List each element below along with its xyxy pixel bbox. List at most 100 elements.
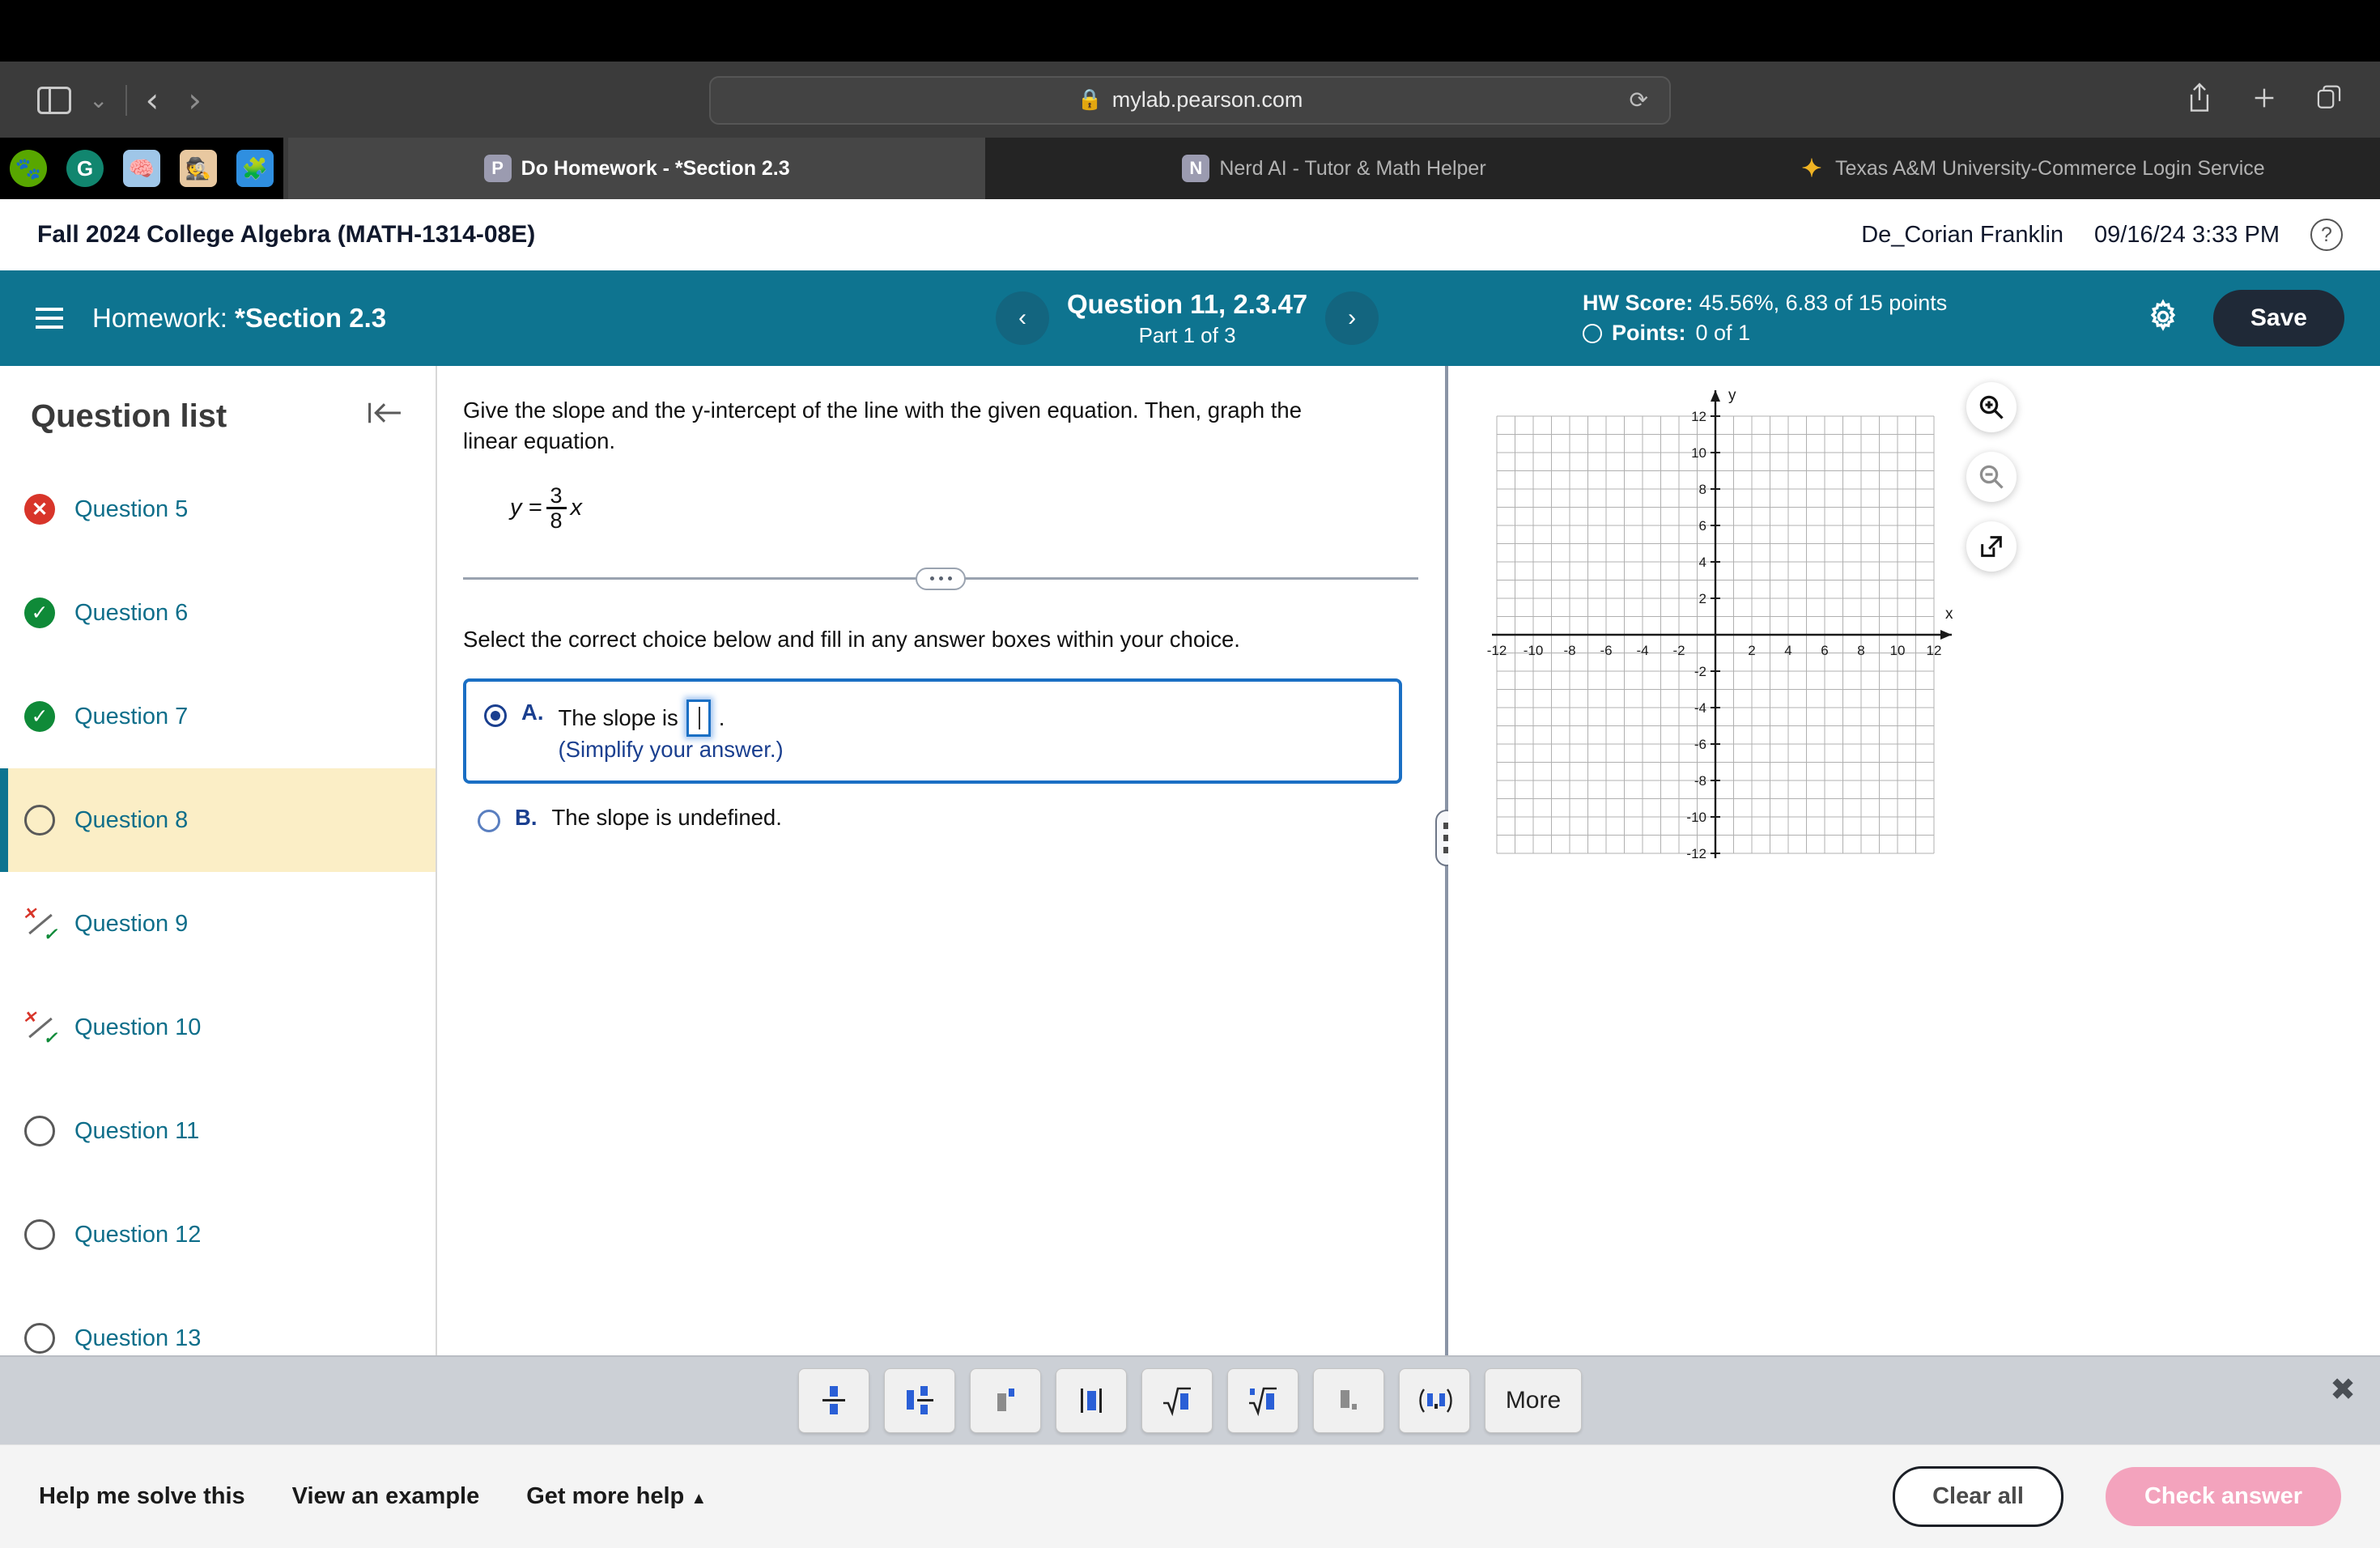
sidebar-item-question-11[interactable]: Question 11 <box>0 1079 436 1183</box>
get-more-help-link[interactable]: Get more help ▲ <box>526 1483 707 1510</box>
tab-label: Nerd AI - Tutor & Math Helper <box>1219 156 1486 180</box>
equation-lhs: y = <box>510 494 542 521</box>
browser-toolbar-right <box>2186 82 2343 118</box>
sidebar-item-question-6[interactable]: ✓ Question 6 <box>0 561 436 665</box>
check-answer-button[interactable]: Check answer <box>2105 1467 2341 1526</box>
choice-b[interactable]: B. The slope is undefined. <box>463 805 1421 833</box>
tab-do-homework[interactable]: P Do Homework - *Section 2.3 <box>288 138 986 199</box>
reload-icon[interactable]: ⟳ <box>1630 87 1648 113</box>
course-header-right: De_Corian Franklin 09/16/24 3:33 PM ? <box>1861 219 2343 251</box>
collapse-left-icon[interactable] <box>366 399 403 434</box>
mixed-number-button[interactable] <box>884 1368 955 1433</box>
tab-bar: P Do Homework - *Section 2.3 N Nerd AI -… <box>0 138 2380 199</box>
sidebar-toggle-icon[interactable] <box>37 86 71 114</box>
ordered-pair-button[interactable] <box>1399 1368 1470 1433</box>
fraction-button[interactable] <box>798 1368 869 1433</box>
footer-bar: Help me solve this View an example Get m… <box>0 1444 2380 1548</box>
hw-score-value: 45.56%, 6.83 of 15 points <box>1699 291 1948 315</box>
page-title: Fall 2024 College Algebra (MATH-1314-08E… <box>37 221 536 248</box>
sidebar-item-label: Question 13 <box>74 1325 202 1351</box>
zoom-in-icon[interactable] <box>1966 382 2017 432</box>
share-icon[interactable] <box>2186 82 2213 118</box>
svg-text:6: 6 <box>1699 518 1706 534</box>
chevron-down-icon[interactable]: ⌄ <box>89 88 108 112</box>
gear-icon[interactable] <box>2145 298 2181 338</box>
status-unanswered-icon <box>24 1323 55 1354</box>
sidebar-item-label: Question 6 <box>74 599 189 626</box>
footer-actions: Clear all Check answer <box>1893 1466 2341 1527</box>
choice-b-radio[interactable] <box>478 810 500 833</box>
favicon-duolingo[interactable]: 🐾 <box>0 138 57 199</box>
sidebar-item-question-10[interactable]: ✕ ✓ Question 10 <box>0 976 436 1079</box>
sidebar-item-question-5[interactable]: ✕ Question 5 <box>0 457 436 561</box>
points-line: Points: 0 of 1 <box>1583 321 1947 346</box>
tab-tamuc-login[interactable]: ✦ Texas A&M University-Commerce Login Se… <box>1682 138 2380 199</box>
exponent-button[interactable] <box>970 1368 1041 1433</box>
svg-text:-6: -6 <box>1694 737 1706 752</box>
choice-a-text: The slope is <box>558 705 678 731</box>
coordinate-grid[interactable]: 12 10 8 6 4 2 -2 -4 -6 -8 -10 -12 -12 -1… <box>1473 376 1974 882</box>
slope-answer-input[interactable] <box>686 700 711 738</box>
plus-icon[interactable] <box>2250 84 2278 116</box>
sidebar-item-question-7[interactable]: ✓ Question 7 <box>0 665 436 768</box>
choice-a-radio[interactable] <box>484 704 507 728</box>
close-icon[interactable]: ✖ <box>2330 1375 2356 1406</box>
points-label: Points: <box>1612 321 1686 345</box>
svg-text:-2: -2 <box>1672 643 1685 658</box>
favicon-gauth[interactable]: 🧩 <box>227 138 283 199</box>
ellipsis-handle[interactable] <box>916 567 966 590</box>
math-palette-toolbar: More ✖ <box>0 1355 2380 1444</box>
open-external-icon[interactable] <box>1966 521 2017 572</box>
lock-icon: 🔒 <box>1077 88 1103 111</box>
choice-a-body: The slope is . (Simplify your answer.) <box>559 700 784 763</box>
favicon-brainly[interactable]: 🧠 <box>113 138 170 199</box>
subscript-button[interactable] <box>1313 1368 1384 1433</box>
svg-text:8: 8 <box>1857 643 1864 658</box>
coordinate-grid-svg[interactable]: 12 10 8 6 4 2 -2 -4 -6 -8 -10 -12 -12 -1… <box>1473 376 1974 878</box>
svg-text:-8: -8 <box>1563 643 1575 658</box>
tab-nerd-ai[interactable]: N Nerd AI - Tutor & Math Helper <box>985 138 1683 199</box>
address-bar[interactable]: 🔒 mylab.pearson.com ⟳ <box>709 75 1671 125</box>
graph-tools <box>1966 382 2017 572</box>
points-value: 0 of 1 <box>1695 321 1751 345</box>
forward-button[interactable]: › <box>188 83 202 117</box>
favicon-grammarly[interactable]: G <box>57 138 113 199</box>
work-area: Question list ✕ Question 5 ✓ Question 6 … <box>0 366 2380 1355</box>
prev-question-button[interactable]: ‹ <box>996 291 1049 345</box>
nth-root-button[interactable] <box>1227 1368 1298 1433</box>
view-an-example-link[interactable]: View an example <box>292 1483 480 1510</box>
status-wrong-icon: ✕ <box>24 494 55 525</box>
svg-text:-10: -10 <box>1524 643 1544 658</box>
toolbar-divider <box>125 84 128 116</box>
favicon-nerdai[interactable]: 🕵 <box>170 138 227 199</box>
tab-overview-icon[interactable] <box>2315 84 2343 116</box>
sidebar-item-question-8[interactable]: Question 8 <box>0 768 436 872</box>
svg-text:-12: -12 <box>1686 846 1706 861</box>
square-root-button[interactable] <box>1141 1368 1213 1433</box>
save-button[interactable]: Save <box>2212 290 2344 347</box>
help-icon[interactable]: ? <box>2310 219 2343 251</box>
more-button[interactable]: More <box>1485 1368 1582 1433</box>
hamburger-icon[interactable] <box>36 308 63 329</box>
question-equation: y = 3 8 x <box>510 484 1421 533</box>
zoom-out-icon[interactable] <box>1966 452 2017 502</box>
svg-text:x: x <box>1945 606 1953 623</box>
status-circle-icon <box>1583 323 1602 343</box>
svg-text:-4: -4 <box>1636 643 1648 658</box>
next-question-button[interactable]: › <box>1325 291 1379 345</box>
clear-all-button[interactable]: Clear all <box>1893 1466 2063 1527</box>
choice-a[interactable]: A. The slope is . (Simplify your answer.… <box>463 678 1402 785</box>
question-nav: ‹ Question 11, 2.3.47 Part 1 of 3 › <box>996 289 1379 348</box>
absolute-value-button[interactable] <box>1056 1368 1127 1433</box>
sidebar-item-label: Question 9 <box>74 910 189 937</box>
hw-score-label: HW Score: <box>1583 291 1694 315</box>
sidebar-item-label: Question 10 <box>74 1014 202 1040</box>
status-partial-icon: ✕ ✓ <box>23 1009 57 1048</box>
svg-text:12: 12 <box>1927 643 1942 658</box>
sidebar-item-question-9[interactable]: ✕ ✓ Question 9 <box>0 872 436 976</box>
help-me-solve-this-link[interactable]: Help me solve this <box>39 1483 245 1510</box>
sidebar-title: Question list <box>31 398 227 434</box>
sidebar-item-question-12[interactable]: Question 12 <box>0 1183 436 1286</box>
back-button[interactable]: ‹ <box>145 83 159 117</box>
question-part: Part 1 of 3 <box>1138 322 1236 347</box>
